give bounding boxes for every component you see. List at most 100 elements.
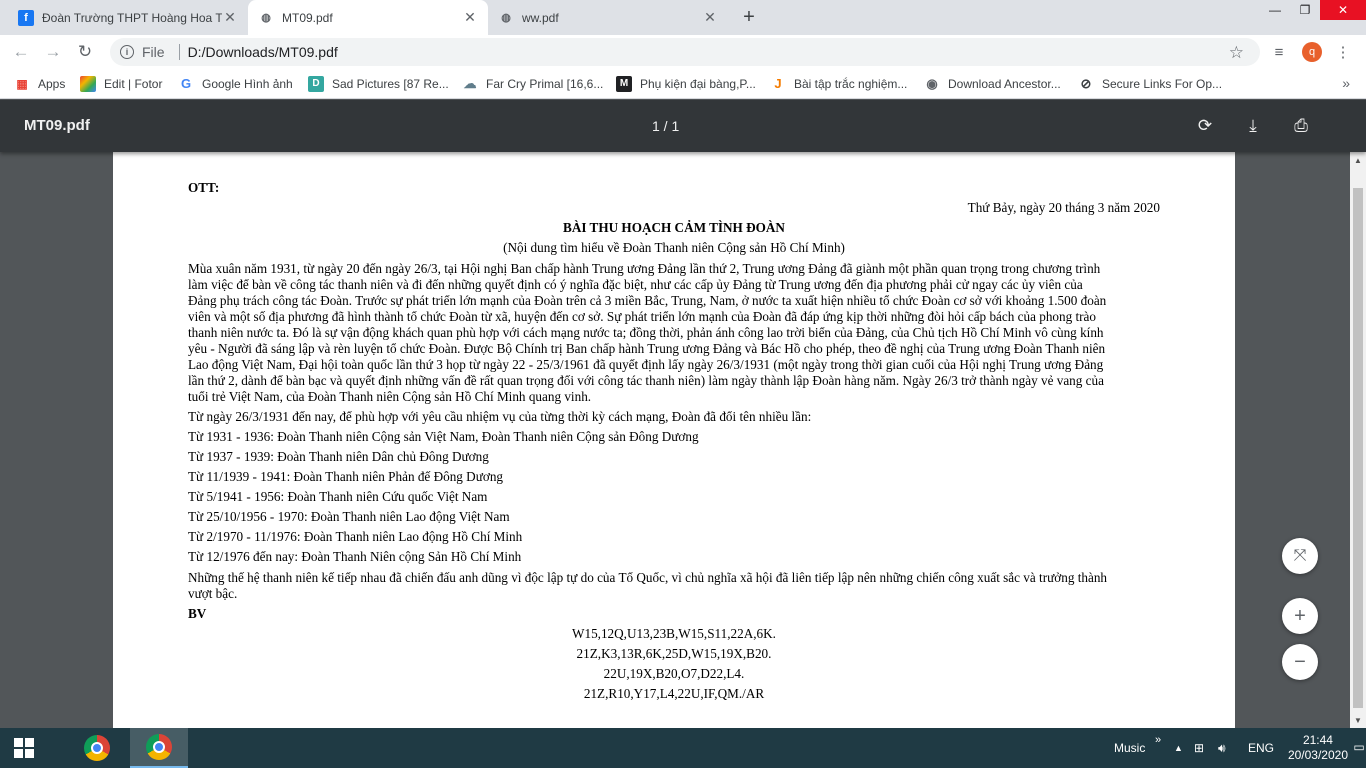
- print-icon[interactable]: ⎙: [1289, 114, 1313, 138]
- bookmark-apps[interactable]: ▦ Apps: [14, 69, 65, 98]
- pdf-page: OTT: Thứ Bảy, ngày 20 tháng 3 năm 2020 B…: [113, 152, 1235, 728]
- volume-icon[interactable]: 🔊︎: [1218, 728, 1226, 768]
- code-line: W15,12Q,U13,23B,W15,S11,22A,6K.: [572, 626, 776, 641]
- clock-time: 21:44: [1302, 733, 1333, 747]
- list-item: Từ 11/1939 - 1941: Đoàn Thanh niên Phản …: [188, 469, 504, 484]
- window-close-button[interactable]: ✕: [1320, 0, 1366, 20]
- bookmark-globe-icon: ◉: [926, 75, 938, 91]
- paragraph-line: tuổi trẻ Việt Nam, của Đoàn Thanh niên C…: [188, 389, 592, 404]
- paragraph-line: thanh niên nước ta. Đó là sự vận động kh…: [188, 325, 1104, 340]
- tab-strip: f Đoàn Trường THPT Hoàng Hoa Thám ✕ ◍ MT…: [0, 0, 1366, 35]
- code-line: 21Z,K3,13R,6K,25D,W15,19X,B20.: [576, 646, 772, 661]
- paragraph-line: lần thứ 2, dành để bàn bạc và quyết định…: [188, 373, 1104, 388]
- tab-title: ww.pdf: [522, 10, 559, 25]
- paragraph-line: Mùa xuân năm 1931, từ ngày 20 đến ngày 2…: [188, 261, 1101, 276]
- forward-button[interactable]: →: [40, 39, 66, 65]
- bookmark-label: Phụ kiện đại bàng,P...: [640, 76, 756, 91]
- close-icon[interactable]: ✕: [222, 9, 238, 26]
- zoom-out-button[interactable]: −: [1282, 644, 1318, 680]
- bookmark-phu-kien[interactable]: M Phụ kiện đại bàng,P...: [616, 69, 756, 98]
- google-icon: G: [180, 76, 192, 91]
- paragraph-line: Lao động Việt Nam, Đại hội toàn quốc lần…: [188, 357, 1104, 372]
- taskbar: Music » ▲ ⊞ 🔊︎ ENG 21:44 20/03/2020 ▭: [0, 728, 1366, 768]
- bookmark-google-images[interactable]: G Google Hình ảnh: [178, 69, 293, 98]
- notification-icon[interactable]: ▭: [1352, 736, 1366, 758]
- rotate-icon[interactable]: ⟳: [1193, 114, 1217, 138]
- bookmark-fotor[interactable]: Edit | Fotor: [80, 69, 162, 98]
- globe-icon: ◍: [501, 12, 511, 24]
- pdf-toolbar: MT09.pdf 1 / 1 ⟳ ⤓ ⎙: [0, 100, 1366, 152]
- tray-music-label[interactable]: Music: [1114, 728, 1145, 768]
- list-item: Từ 2/1970 - 11/1976: Đoàn Thanh niên Lao…: [188, 529, 523, 544]
- bookmark-star-icon[interactable]: ☆: [1229, 43, 1244, 63]
- browser-toolbar: ← → ↻ i File D:/Downloads/MT09.pdf ☆ ≡ q…: [0, 35, 1366, 69]
- chrome-active-taskbar-icon[interactable]: [130, 728, 188, 768]
- new-tab-button[interactable]: +: [736, 4, 762, 30]
- document-heading: BÀI THU HOẠCH CẢM TÌNH ĐOÀN: [563, 220, 785, 235]
- bookmark-download-ancestor[interactable]: ◉ Download Ancestor...: [924, 69, 1061, 98]
- pdf-title: MT09.pdf: [24, 117, 90, 134]
- close-icon[interactable]: ✕: [462, 9, 478, 26]
- scroll-up-arrow[interactable]: ▲: [1350, 152, 1366, 168]
- facebook-icon: f: [18, 9, 34, 26]
- bookmark-label: Bài tập trắc nghiệm...: [794, 76, 908, 91]
- language-indicator[interactable]: ENG: [1248, 728, 1274, 768]
- tab-mt09[interactable]: ◍ MT09.pdf ✕: [248, 0, 488, 35]
- list-item: Từ 5/1941 - 1956: Đoàn Thanh niên Cứu qu…: [188, 489, 488, 504]
- address-divider: [178, 44, 180, 60]
- tab-title: MT09.pdf: [282, 10, 333, 25]
- network-icon[interactable]: ⊞: [1194, 728, 1204, 768]
- tab-title: Đoàn Trường THPT Hoàng Hoa Thám: [42, 10, 222, 25]
- paragraph-line: vượt bậc.: [188, 586, 238, 601]
- bookmark-far-cry[interactable]: ☁ Far Cry Primal [16,6...: [462, 69, 604, 98]
- windows-start-icon[interactable]: [0, 728, 48, 768]
- menu-kebab-icon[interactable]: ⋮: [1330, 39, 1356, 65]
- fit-page-button[interactable]: ⤧: [1282, 538, 1318, 574]
- show-hidden-icons[interactable]: ▲: [1174, 728, 1183, 768]
- paragraph-line: Đảng phụ trách công tác Đoàn. Trước sự p…: [188, 293, 1107, 308]
- bookmark-secure-links[interactable]: ⊘ Secure Links For Op...: [1078, 69, 1223, 98]
- bookmark-m-icon: M: [616, 75, 632, 92]
- bookmark-label: Sad Pictures [87 Re...: [332, 76, 449, 91]
- address-url: D:/Downloads/MT09.pdf: [187, 44, 338, 60]
- tray-expand-icon[interactable]: »: [1155, 720, 1161, 760]
- scrollbar[interactable]: ▲ ▼: [1350, 152, 1366, 728]
- code-line: 22U,19X,B20,O7,D22,L4.: [603, 666, 745, 681]
- address-bar[interactable]: i File D:/Downloads/MT09.pdf ☆: [110, 38, 1260, 66]
- bookmark-label: Apps: [38, 76, 66, 91]
- page-indicator: 1 / 1: [652, 118, 680, 134]
- chrome-taskbar-icon[interactable]: [68, 728, 126, 768]
- scroll-down-arrow[interactable]: ▼: [1350, 712, 1366, 728]
- tab-facebook[interactable]: f Đoàn Trường THPT Hoàng Hoa Thám ✕: [8, 0, 248, 35]
- scroll-thumb[interactable]: [1353, 188, 1363, 708]
- zoom-in-button[interactable]: +: [1282, 598, 1318, 634]
- paragraph-line: làm việc để bàn về công tác thanh niên v…: [188, 277, 1083, 292]
- code-line: 21Z,R10,Y17,L4,22U,IF,QM./AR: [583, 686, 765, 701]
- info-icon[interactable]: i: [120, 45, 134, 59]
- reload-button[interactable]: ↻: [72, 39, 98, 65]
- bookmark-sad-pictures[interactable]: D Sad Pictures [87 Re...: [308, 69, 449, 98]
- bv-label: BV: [188, 606, 207, 621]
- avatar[interactable]: q: [1302, 42, 1322, 62]
- list-item: Từ 25/10/1956 - 1970: Đoàn Thanh niên La…: [188, 509, 510, 524]
- list-item: Từ 12/1976 đến nay: Đoàn Thanh Niên cộng…: [188, 549, 522, 564]
- paragraph-line: viên và một số địa phương đã hình thành …: [188, 309, 1097, 324]
- list-item: Từ 1937 - 1939: Đoàn Thanh niên Dân chủ …: [188, 449, 489, 464]
- system-clock[interactable]: 21:44 20/03/2020: [1288, 733, 1348, 763]
- bookmark-j-icon: J: [774, 76, 782, 91]
- reading-list-icon[interactable]: ≡: [1266, 39, 1292, 65]
- bookmark-bai-tap[interactable]: J Bài tập trắc nghiệm...: [770, 69, 907, 98]
- clock-date: 20/03/2020: [1287, 748, 1348, 762]
- paragraph-line: Từ ngày 26/3/1931 đến nay, để phù hợp vớ…: [188, 409, 812, 424]
- back-button[interactable]: ←: [8, 39, 34, 65]
- tab-ww[interactable]: ◍ ww.pdf ✕: [488, 0, 728, 35]
- restore-button[interactable]: ❐: [1290, 0, 1320, 20]
- bookmark-label: Download Ancestor...: [948, 76, 1061, 91]
- download-icon[interactable]: ⤓: [1241, 114, 1265, 138]
- close-icon[interactable]: ✕: [702, 9, 718, 26]
- chrome-icon: [146, 734, 172, 760]
- minimize-button[interactable]: —: [1260, 0, 1290, 20]
- more-bookmarks-icon[interactable]: »: [1342, 75, 1350, 91]
- bookmark-label: Secure Links For Op...: [1102, 76, 1223, 91]
- pdf-viewer[interactable]: OTT: Thứ Bảy, ngày 20 tháng 3 năm 2020 B…: [0, 152, 1350, 728]
